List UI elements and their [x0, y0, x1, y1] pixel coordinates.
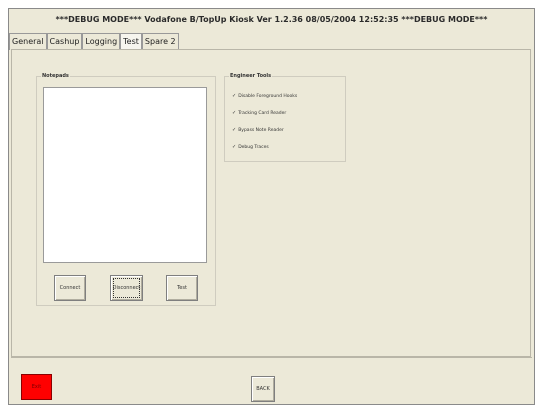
tab-spare-2[interactable]: Spare 2	[141, 33, 179, 50]
tool-item-label: Debug Traces	[238, 144, 269, 150]
test-button[interactable]: Test	[166, 275, 198, 301]
notepad-group-label: Notepads	[41, 73, 70, 79]
checkmark-icon: ✓	[232, 144, 237, 150]
notepad-group: Notepads Connect Disconnect Test	[36, 73, 216, 306]
tool-item-debug-traces[interactable]: ✓ Debug Traces	[232, 144, 269, 150]
tab-strip: General Cashup Logging Test Spare 2	[9, 33, 179, 50]
notepad-text-area[interactable]	[43, 87, 207, 263]
tool-item-label: Disable Foreground Hooks	[238, 93, 298, 99]
tool-item-label: Bypass Note Reader	[238, 127, 284, 133]
checkmark-icon: ✓	[232, 110, 237, 116]
kiosk-window: ***DEBUG MODE*** Vodafone B/TopUp Kiosk …	[8, 8, 535, 405]
checkmark-icon: ✓	[232, 127, 237, 133]
tab-general[interactable]: General	[9, 33, 47, 50]
tool-item-label: Tracking Card Reader	[238, 110, 287, 116]
tab-cashup[interactable]: Cashup	[46, 33, 83, 50]
exit-button[interactable]: Exit	[21, 374, 52, 400]
disconnect-button[interactable]: Disconnect	[110, 275, 143, 301]
tool-item-bypass-note-reader[interactable]: ✓ Bypass Note Reader	[232, 127, 284, 133]
tool-item-disable-foreground-hooks[interactable]: ✓ Disable Foreground Hooks	[232, 93, 297, 99]
back-button[interactable]: BACK	[251, 376, 275, 402]
connect-button[interactable]: Connect	[54, 275, 86, 301]
window-title: ***DEBUG MODE*** Vodafone B/TopUp Kiosk …	[55, 15, 488, 24]
test-tab-panel: Notepads Connect Disconnect Test Enginee…	[11, 49, 531, 357]
tool-item-tracking-card-reader[interactable]: ✓ Tracking Card Reader	[232, 110, 286, 116]
engineer-tools-label: Engineer Tools	[229, 73, 273, 79]
tab-test[interactable]: Test	[120, 33, 142, 50]
bottom-bar: Exit BACK	[11, 357, 532, 405]
tab-logging[interactable]: Logging	[82, 33, 121, 50]
engineer-tools-group: Engineer Tools ✓ Disable Foreground Hook…	[224, 73, 346, 162]
checkmark-icon: ✓	[232, 93, 237, 99]
